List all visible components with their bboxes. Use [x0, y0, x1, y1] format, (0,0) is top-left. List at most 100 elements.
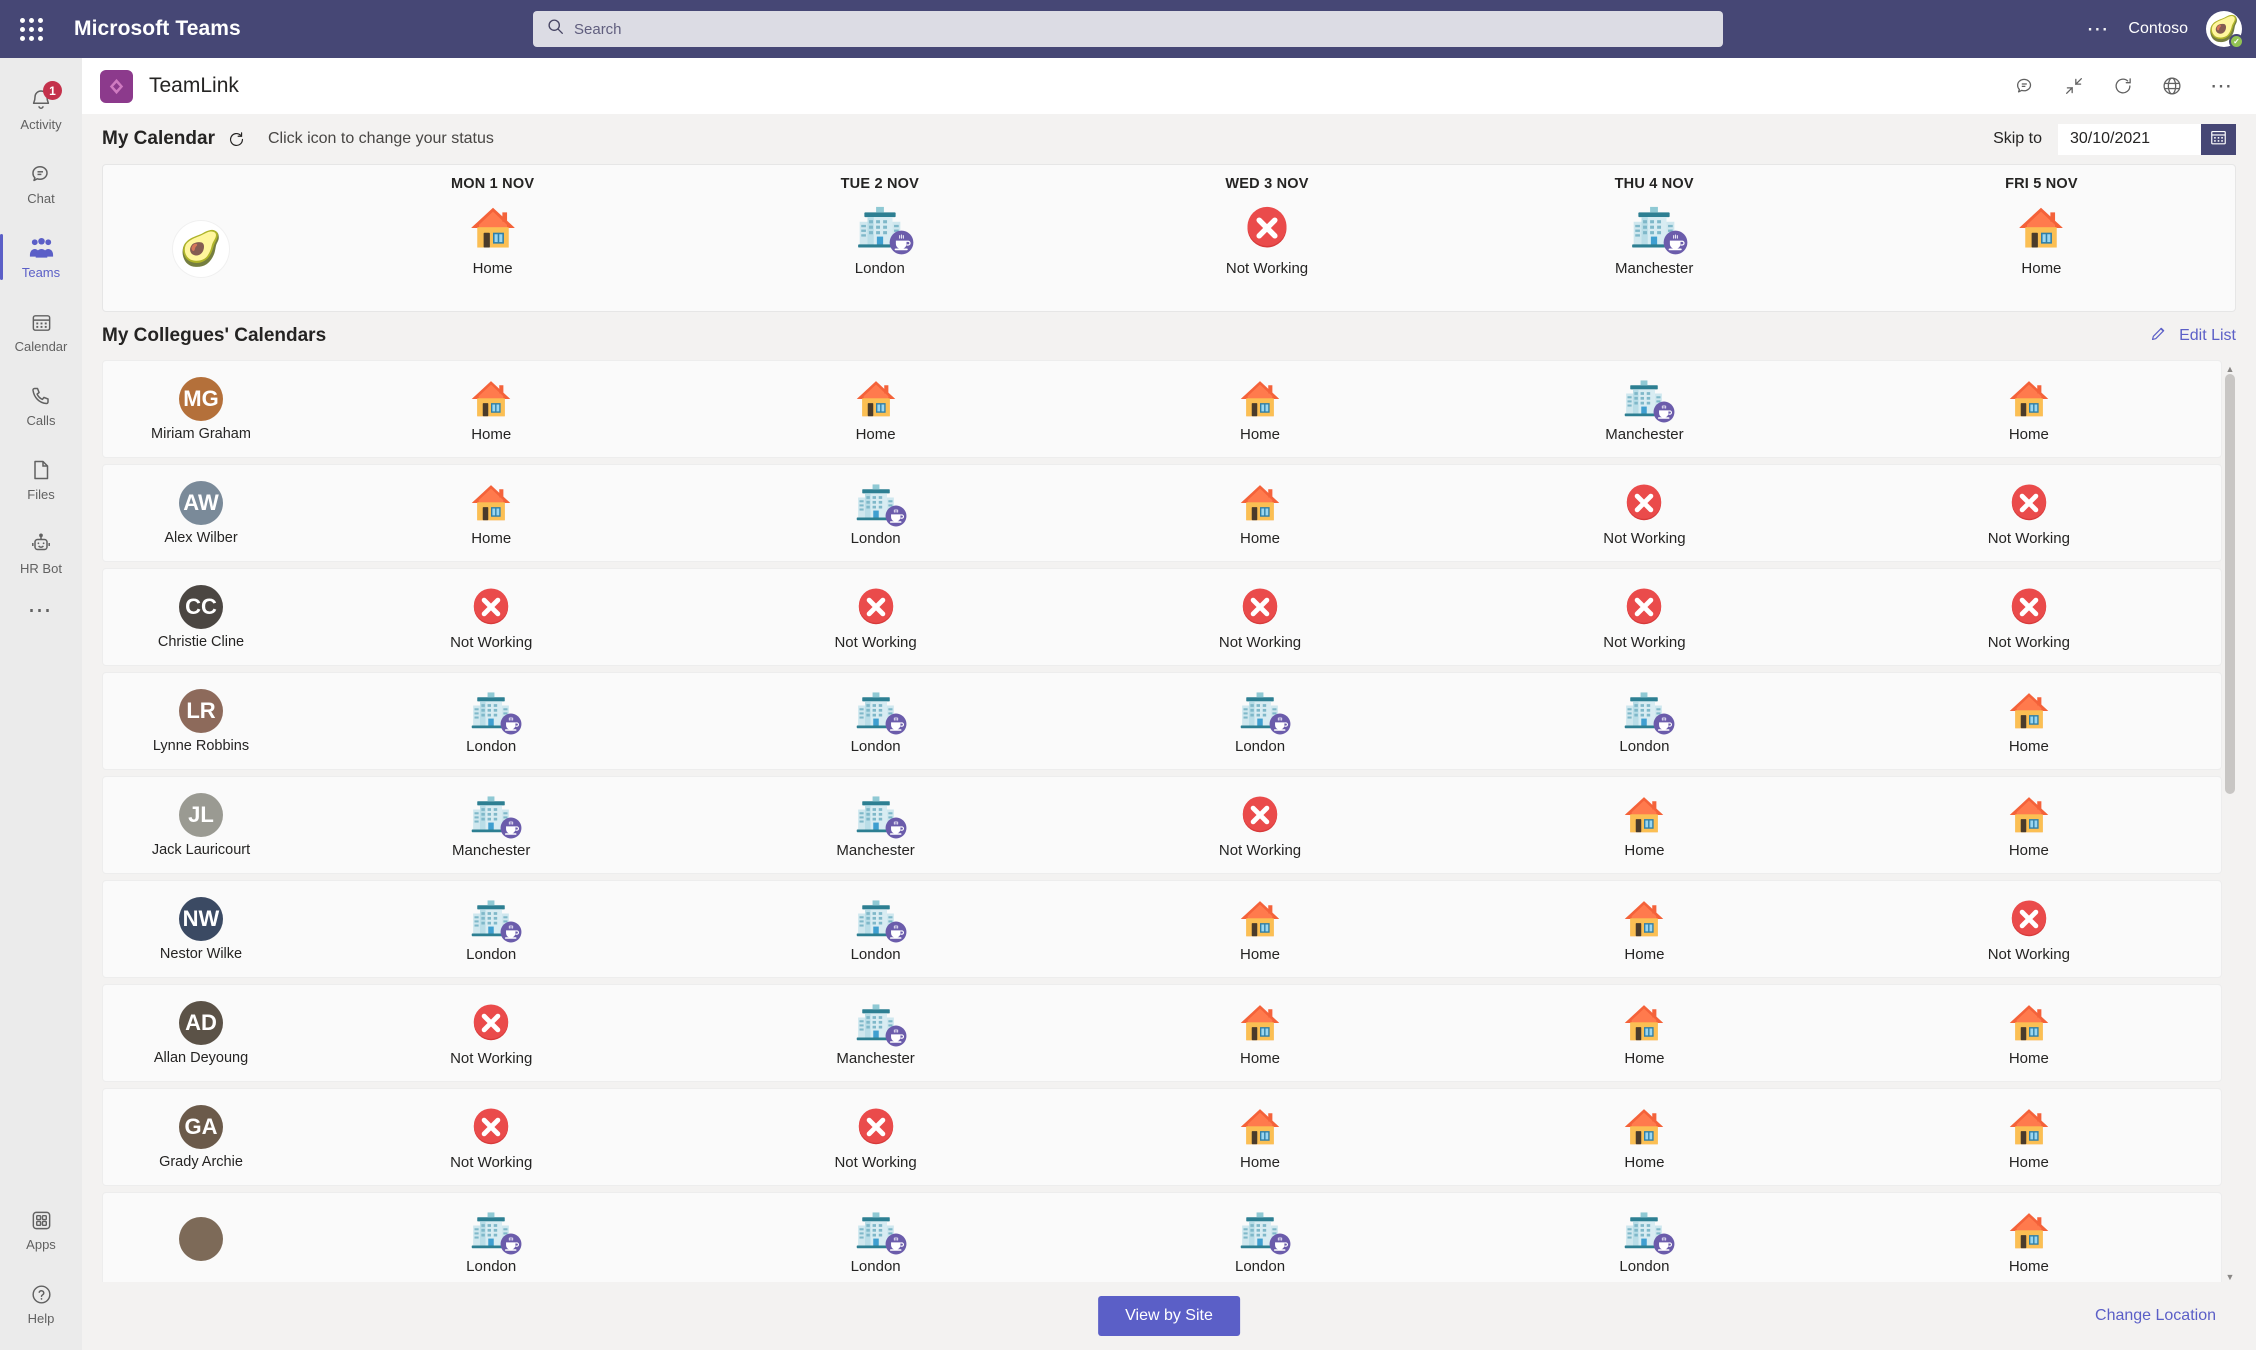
avatar[interactable]: CC [179, 584, 223, 629]
colleague-person-cell[interactable]: CC Christie Cline [103, 569, 299, 665]
table-row[interactable]: AD Allan Deyoung Not Working Manchester … [102, 984, 2222, 1082]
colleagues-scroll-area[interactable]: MG Miriam Graham Home Home Home Manchest… [102, 360, 2236, 1282]
colleague-person-cell[interactable] [103, 1193, 299, 1282]
colleague-status-cell[interactable]: London [1452, 673, 1836, 769]
my-status-slot[interactable]: Home [468, 202, 518, 277]
colleague-status-cell[interactable]: London [683, 1193, 1067, 1282]
refresh-icon[interactable] [227, 130, 246, 149]
colleague-status-cell[interactable]: Home [1068, 465, 1452, 561]
avatar[interactable]: AD [179, 1000, 223, 1045]
colleague-person-cell[interactable]: NW Nestor Wilke [103, 881, 299, 977]
colleague-status-cell[interactable]: Manchester [683, 777, 1067, 873]
avatar[interactable]: NW [179, 896, 223, 941]
sidebar-item-chat[interactable]: Chat [0, 146, 82, 220]
colleague-status-cell[interactable]: Not Working [1837, 569, 2221, 665]
colleague-status-cell[interactable]: Not Working [1452, 569, 1836, 665]
table-row[interactable]: CC Christie Cline Not Working Not Workin… [102, 568, 2222, 666]
colleague-person-cell[interactable]: GA Grady Archie [103, 1089, 299, 1185]
colleague-person-cell[interactable]: AW Alex Wilber [103, 465, 299, 561]
colleague-status-cell[interactable]: Home [1452, 1089, 1836, 1185]
colleague-status-cell[interactable]: Home [1837, 1089, 2221, 1185]
change-location-link[interactable]: Change Location [2095, 1307, 2216, 1325]
sidebar-item-calendar[interactable]: Calendar [0, 294, 82, 368]
scrollbar-track[interactable] [2224, 374, 2236, 1272]
colleague-status-cell[interactable]: London [683, 881, 1067, 977]
colleague-status-cell[interactable]: Not Working [1837, 881, 2221, 977]
colleague-status-cell[interactable]: Not Working [1068, 569, 1452, 665]
skip-to-date-input[interactable] [2058, 123, 2201, 155]
colleague-status-cell[interactable]: Home [299, 465, 683, 561]
avatar[interactable]: 🥑 ✓ [2206, 11, 2244, 49]
colleague-status-cell[interactable]: Home [1837, 777, 2221, 873]
sidebar-item-apps[interactable]: Apps [0, 1192, 82, 1266]
colleague-status-cell[interactable]: Home [299, 361, 683, 457]
titlebar-more-icon[interactable]: ⋯ [2086, 18, 2110, 40]
avatar[interactable]: JL [179, 792, 223, 837]
colleague-status-cell[interactable]: London [683, 673, 1067, 769]
avatar[interactable]: LR [179, 688, 223, 733]
table-row[interactable]: JL Jack Lauricourt Manchester Manchester… [102, 776, 2222, 874]
colleague-status-cell[interactable]: Not Working [299, 1089, 683, 1185]
table-row[interactable]: LR Lynne Robbins London London London Lo… [102, 672, 2222, 770]
colleague-status-cell[interactable]: London [1452, 1193, 1836, 1282]
sidebar-item-activity[interactable]: 1 Activity [0, 72, 82, 146]
colleague-status-cell[interactable]: Not Working [299, 569, 683, 665]
my-status-slot[interactable]: Not Working [1226, 202, 1308, 277]
colleague-status-cell[interactable]: Home [1837, 1193, 2221, 1282]
colleague-status-cell[interactable]: London [683, 465, 1067, 561]
colleague-status-cell[interactable]: Home [1068, 881, 1452, 977]
my-status-slot[interactable]: London [855, 202, 914, 277]
colleague-status-cell[interactable]: Not Working [1837, 465, 2221, 561]
scroll-down-arrow-icon[interactable]: ▼ [2226, 1272, 2235, 1282]
colleague-status-cell[interactable]: Home [1452, 777, 1836, 873]
colleague-status-cell[interactable]: Home [1452, 881, 1836, 977]
colleague-person-cell[interactable]: LR Lynne Robbins [103, 673, 299, 769]
app-header-more-icon[interactable]: ⋯ [2210, 75, 2234, 97]
colleague-status-cell[interactable]: Not Working [1068, 777, 1452, 873]
search-input[interactable] [574, 20, 1709, 38]
avatar[interactable]: MG [179, 376, 223, 421]
colleague-status-cell[interactable]: London [1068, 673, 1452, 769]
scrollbar[interactable]: ▲ ▼ [2224, 364, 2236, 1282]
globe-icon[interactable] [2161, 75, 2183, 97]
my-status-slot[interactable]: Home [2016, 202, 2066, 277]
colleague-status-cell[interactable]: Home [683, 361, 1067, 457]
colleague-status-cell[interactable]: Home [1837, 985, 2221, 1081]
sidebar-item-help[interactable]: Help [0, 1266, 82, 1340]
colleague-status-cell[interactable]: Home [1068, 361, 1452, 457]
table-row[interactable]: GA Grady Archie Not Working Not Working [102, 1088, 2222, 1186]
colleague-status-cell[interactable]: Home [1837, 361, 2221, 457]
colleague-person-cell[interactable]: JL Jack Lauricourt [103, 777, 299, 873]
avatar[interactable]: 🥑 [173, 221, 229, 277]
table-row[interactable]: AW Alex Wilber Home London Home Not Work… [102, 464, 2222, 562]
search-box[interactable] [533, 11, 1723, 47]
calendar-picker-button[interactable] [2201, 123, 2236, 155]
colleague-person-cell[interactable]: AD Allan Deyoung [103, 985, 299, 1081]
colleague-status-cell[interactable]: London [299, 673, 683, 769]
colleague-person-cell[interactable]: MG Miriam Graham [103, 361, 299, 457]
view-by-site-button[interactable]: View by Site [1098, 1296, 1240, 1336]
tenant-name[interactable]: Contoso [2128, 20, 2188, 38]
colleague-status-cell[interactable]: Home [1837, 673, 2221, 769]
table-row[interactable]: MG Miriam Graham Home Home Home Manchest… [102, 360, 2222, 458]
refresh-icon[interactable] [2112, 75, 2134, 97]
colleague-status-cell[interactable]: Home [1068, 1089, 1452, 1185]
table-row[interactable]: London London London London Home [102, 1192, 2222, 1282]
avatar[interactable]: GA [179, 1104, 223, 1149]
edit-list-button[interactable]: Edit List [2149, 324, 2236, 348]
feedback-icon[interactable] [2014, 75, 2036, 97]
sidebar-item-files[interactable]: Files [0, 442, 82, 516]
colleague-status-cell[interactable]: London [299, 881, 683, 977]
colleague-status-cell[interactable]: Manchester [299, 777, 683, 873]
scroll-up-arrow-icon[interactable]: ▲ [2226, 364, 2235, 374]
colleague-status-cell[interactable]: Not Working [299, 985, 683, 1081]
app-launcher-icon[interactable] [0, 17, 62, 41]
avatar[interactable] [179, 1216, 223, 1261]
colleague-status-cell[interactable]: Manchester [683, 985, 1067, 1081]
scrollbar-thumb[interactable] [2225, 374, 2235, 794]
avatar[interactable]: AW [179, 480, 223, 525]
sidebar-item-hr-bot[interactable]: HR Bot [0, 516, 82, 590]
colleague-status-cell[interactable]: Home [1452, 985, 1836, 1081]
colleague-status-cell[interactable]: London [299, 1193, 683, 1282]
colleague-status-cell[interactable]: Manchester [1452, 361, 1836, 457]
